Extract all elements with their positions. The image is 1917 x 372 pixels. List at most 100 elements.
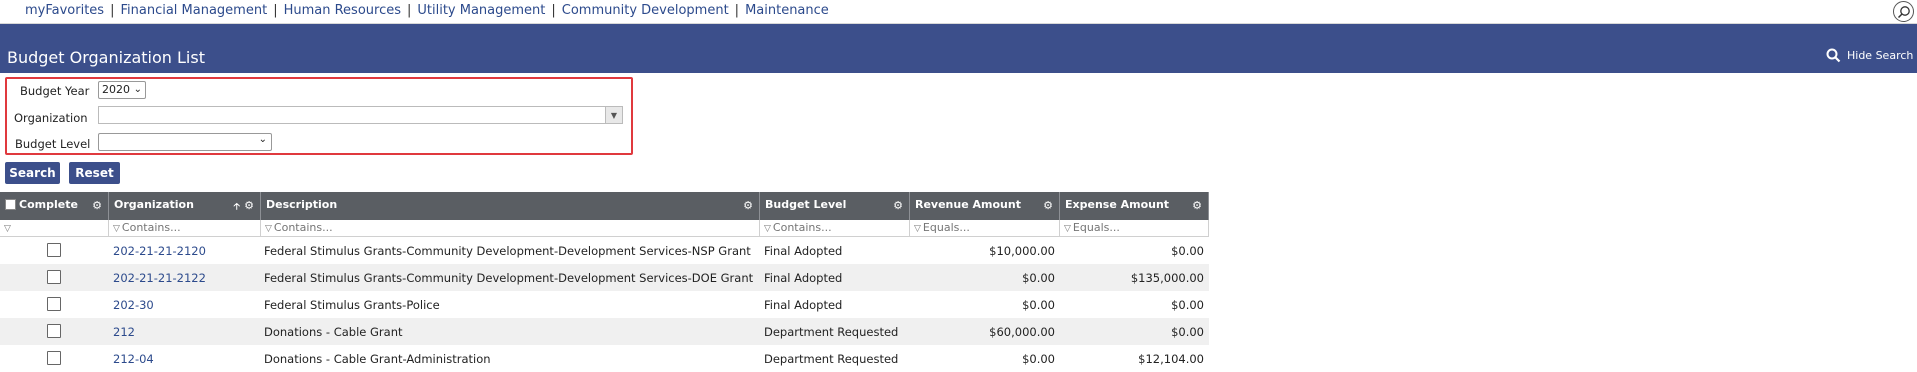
budget-level-select[interactable]: ⌄ — [98, 133, 272, 151]
page-title: Budget Organization List — [7, 48, 205, 67]
filter-cell-expense-amount[interactable]: ▽ — [1060, 220, 1209, 237]
reset-button[interactable]: Reset — [69, 162, 120, 184]
column-header-revenue-amount[interactable]: Revenue Amount ⚙ — [910, 192, 1060, 220]
column-header-description[interactable]: Description ⚙ — [261, 192, 760, 220]
nav-link-maintenance[interactable]: Maintenance — [745, 3, 829, 18]
organization-link[interactable]: 202-30 — [113, 298, 154, 312]
budget-year-label: Budget Year — [20, 84, 90, 98]
budget-level-cell: Department Requested — [764, 325, 899, 339]
revenue-amount-cell: $60,000.00 — [989, 325, 1055, 339]
budget-level-filter-input[interactable] — [772, 221, 889, 234]
funnel-icon[interactable]: ▽ — [113, 224, 120, 234]
filter-cell-complete[interactable]: ▽ — [0, 220, 109, 237]
description-filter-input[interactable] — [273, 221, 670, 234]
nav-links: myFavorites | Financial Management | Human R… — [25, 3, 829, 18]
nav-separator: | — [110, 3, 115, 18]
table-row[interactable]: 202-30 Federal Stimulus Grants-Police Fi… — [0, 291, 1209, 318]
complete-checkbox[interactable] — [47, 351, 61, 365]
grid-filter-row: ▽ ▽ ▽ ▽ ▽ ▽ — [0, 220, 1209, 237]
complete-checkbox[interactable] — [47, 270, 61, 284]
complete-checkbox[interactable] — [47, 324, 61, 338]
expense-amount-cell: $12,104.00 — [1138, 352, 1204, 366]
description-cell: Federal Stimulus Grants-Community Develo… — [264, 244, 751, 258]
filter-cell-organization[interactable]: ▽ — [109, 220, 261, 237]
budget-level-cell: Department Requested — [764, 352, 899, 366]
nav-link-utility-management[interactable]: Utility Management — [417, 3, 545, 18]
revenue-amount-cell: $0.00 — [1022, 271, 1055, 285]
description-cell: Donations - Cable Grant-Administration — [264, 352, 491, 366]
top-navigation: myFavorites | Financial Management | Human R… — [0, 0, 1917, 24]
organization-link[interactable]: 202-21-21-2122 — [113, 271, 206, 285]
revenue-filter-input[interactable] — [922, 221, 1039, 234]
filter-cell-budget-level[interactable]: ▽ — [760, 220, 910, 237]
expense-amount-cell: $0.00 — [1171, 298, 1204, 312]
select-all-checkbox[interactable] — [5, 199, 16, 210]
description-cell: Donations - Cable Grant — [264, 325, 403, 339]
hide-search-label: Hide Search — [1847, 49, 1914, 62]
column-header-complete[interactable]: Complete ⚙ — [0, 192, 109, 220]
gear-icon[interactable]: ⚙ — [743, 199, 753, 212]
nav-link-community-development[interactable]: Community Development — [562, 3, 729, 18]
magnifier-icon — [1897, 5, 1910, 18]
funnel-icon[interactable]: ▽ — [914, 224, 921, 234]
column-title: Complete — [19, 198, 78, 211]
column-title: Organization — [114, 198, 194, 211]
table-row[interactable]: 212 Donations - Cable Grant Department R… — [0, 318, 1209, 345]
global-search-button[interactable] — [1893, 1, 1914, 22]
organization-combobox[interactable]: ▼ — [98, 106, 623, 124]
search-icon — [1826, 48, 1841, 63]
page-header: Budget Organization List Hide Search — [0, 24, 1917, 73]
gear-icon[interactable]: ⚙ — [1192, 199, 1202, 212]
complete-checkbox[interactable] — [47, 297, 61, 311]
organization-label: Organization — [14, 111, 88, 125]
column-title: Expense Amount — [1065, 198, 1170, 211]
expense-amount-cell: $135,000.00 — [1130, 271, 1204, 285]
dropdown-arrow-icon[interactable]: ▼ — [605, 107, 622, 123]
arrow-up-icon[interactable]: 🡡 — [234, 199, 240, 215]
filter-cell-description[interactable]: ▽ — [261, 220, 760, 237]
chevron-down-icon: ⌄ — [133, 84, 142, 95]
search-button[interactable]: Search — [5, 162, 60, 184]
column-header-budget-level[interactable]: Budget Level ⚙ — [760, 192, 910, 220]
funnel-icon[interactable]: ▽ — [1064, 224, 1071, 234]
revenue-amount-cell: $10,000.00 — [989, 244, 1055, 258]
column-header-organization[interactable]: Organization 🡡 ⚙ — [109, 192, 261, 220]
column-title: Revenue Amount — [915, 198, 1021, 211]
expense-amount-cell: $0.00 — [1171, 325, 1204, 339]
revenue-amount-cell: $0.00 — [1022, 298, 1055, 312]
description-cell: Federal Stimulus Grants-Community Develo… — [264, 271, 754, 285]
nav-link-financial-management[interactable]: Financial Management — [120, 3, 267, 18]
nav-separator: | — [551, 3, 556, 18]
expense-amount-cell: $0.00 — [1171, 244, 1204, 258]
budget-level-cell: Final Adopted — [764, 298, 843, 312]
organization-filter-input[interactable] — [121, 221, 240, 234]
revenue-amount-cell: $0.00 — [1022, 352, 1055, 366]
gear-icon[interactable]: ⚙ — [1043, 199, 1053, 212]
organization-link[interactable]: 212-04 — [113, 352, 154, 366]
funnel-icon[interactable]: ▽ — [265, 224, 272, 234]
description-cell: Federal Stimulus Grants-Police — [264, 298, 440, 312]
table-row[interactable]: 202-21-21-2120 Federal Stimulus Grants-C… — [0, 237, 1209, 264]
budget-year-select[interactable]: 2020 ⌄ — [98, 81, 146, 99]
nav-link-human-resources[interactable]: Human Resources — [284, 3, 401, 18]
gear-icon[interactable]: ⚙ — [244, 199, 254, 212]
expense-filter-input[interactable] — [1072, 221, 1189, 234]
column-header-expense-amount[interactable]: Expense Amount ⚙ — [1060, 192, 1209, 220]
hide-search-button[interactable]: Hide Search — [1826, 48, 1913, 63]
budget-level-label: Budget Level — [15, 137, 91, 151]
nav-separator: | — [406, 3, 412, 18]
budget-level-cell: Final Adopted — [764, 271, 843, 285]
nav-separator: | — [273, 3, 278, 18]
grid-header-row: Complete ⚙ Organization 🡡 ⚙ Description … — [0, 192, 1209, 220]
nav-link-myfavorites[interactable]: myFavorites — [25, 3, 104, 18]
organization-link[interactable]: 202-21-21-2120 — [113, 244, 206, 258]
funnel-icon[interactable]: ▽ — [4, 224, 11, 234]
funnel-icon[interactable]: ▽ — [764, 224, 771, 234]
table-row[interactable]: 212-04 Donations - Cable Grant-Administr… — [0, 345, 1209, 372]
table-row[interactable]: 202-21-21-2122 Federal Stimulus Grants-C… — [0, 264, 1209, 291]
organization-link[interactable]: 212 — [113, 325, 135, 339]
gear-icon[interactable]: ⚙ — [92, 199, 102, 212]
gear-icon[interactable]: ⚙ — [893, 199, 903, 212]
filter-cell-revenue-amount[interactable]: ▽ — [910, 220, 1060, 237]
complete-checkbox[interactable] — [47, 243, 61, 257]
